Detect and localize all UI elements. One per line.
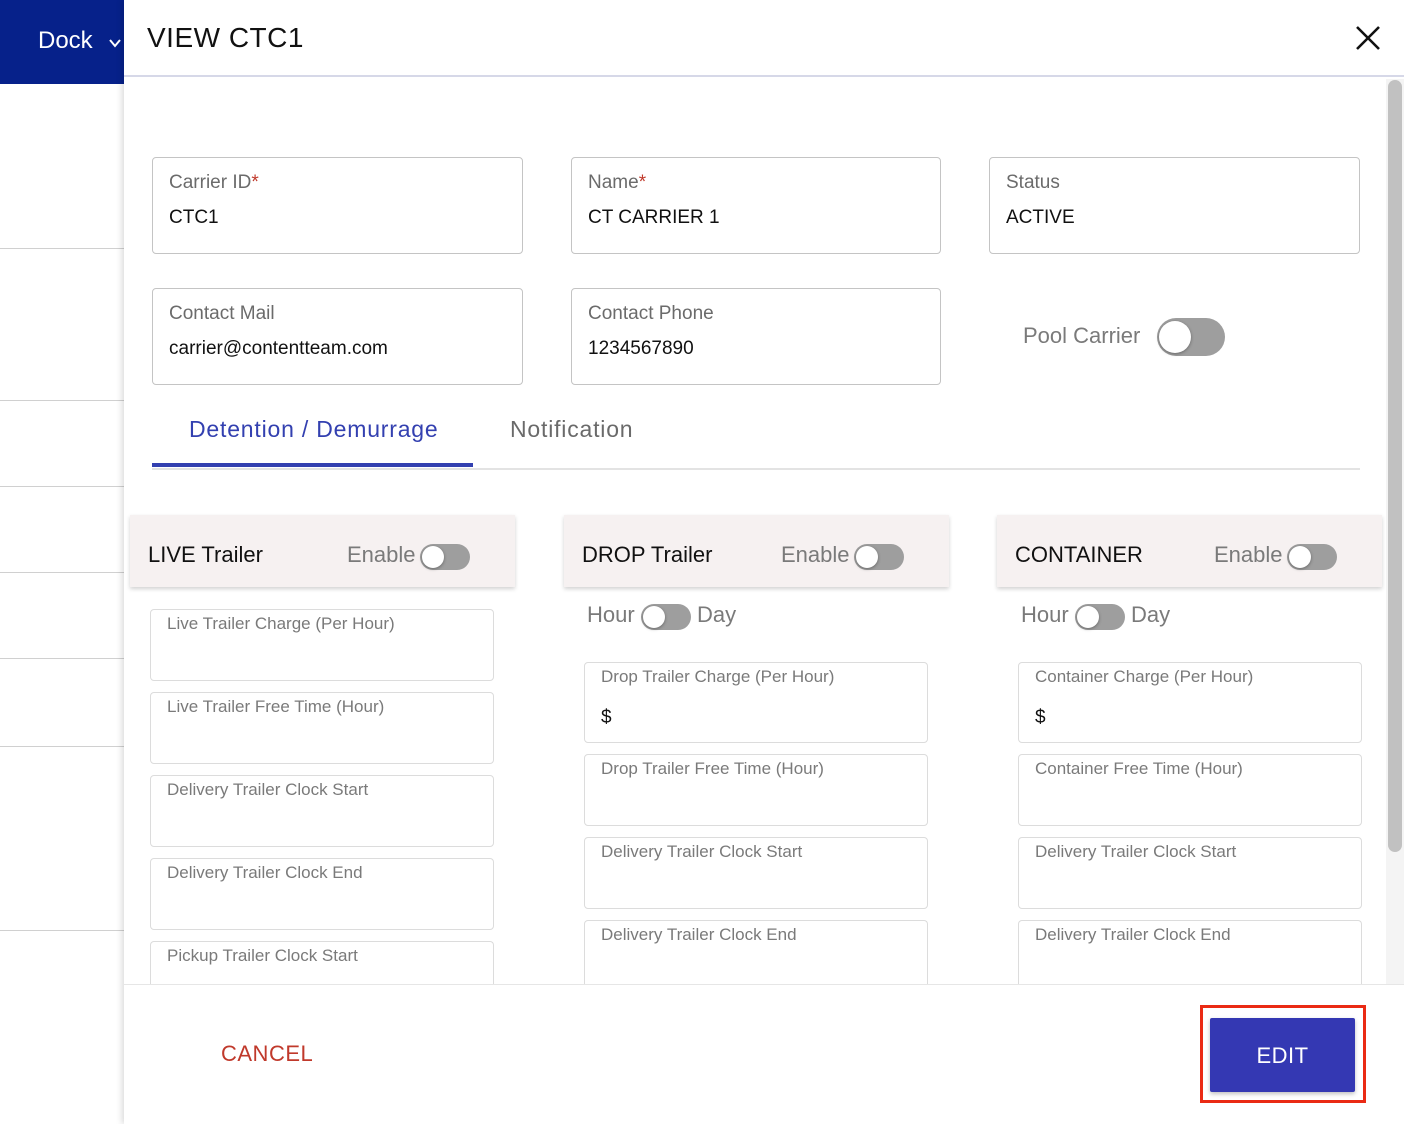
container-charge-value: $ — [1035, 707, 1046, 728]
drop-hour-label: Hour — [587, 602, 635, 627]
pool-carrier-toggle[interactable] — [1157, 318, 1225, 356]
tab-notification[interactable]: Notification — [510, 416, 633, 443]
field-label: Live Trailer Charge (Per Hour) — [167, 614, 395, 633]
container-charge-field[interactable]: Container Charge (Per Hour) $ — [1018, 662, 1362, 743]
toggle-knob — [1289, 546, 1311, 568]
nav-dock-label[interactable]: Dock — [38, 27, 93, 55]
contact-mail-label: Contact Mail — [169, 303, 275, 324]
live-enable-label: Enable — [347, 542, 416, 567]
tab-detention-demurrage[interactable]: Detention / Demurrage — [189, 416, 438, 443]
container-enable-toggle[interactable] — [1287, 544, 1337, 570]
view-carrier-modal: VIEW CTC1 Carrier ID* CTC1 Name* CT CARR… — [124, 0, 1404, 1124]
bg-row-divider — [0, 486, 124, 487]
carrier-id-field[interactable]: Carrier ID* CTC1 — [152, 157, 523, 254]
status-value: ACTIVE — [1006, 207, 1075, 228]
field-label: Delivery Trailer Clock End — [1035, 925, 1231, 944]
live-trailer-free-time-field[interactable]: Live Trailer Free Time (Hour) — [150, 692, 494, 764]
scrollbar-thumb[interactable] — [1388, 80, 1402, 852]
name-value: CT CARRIER 1 — [588, 207, 720, 228]
status-field[interactable]: Status ACTIVE — [989, 157, 1360, 254]
live-trailer-charge-field[interactable]: Live Trailer Charge (Per Hour) — [150, 609, 494, 681]
toggle-knob — [856, 546, 878, 568]
close-icon[interactable] — [1352, 22, 1384, 54]
field-label: Delivery Trailer Clock Start — [167, 780, 369, 799]
status-label: Status — [1006, 172, 1060, 193]
contact-phone-field[interactable]: Contact Phone 1234567890 — [571, 288, 941, 385]
modal-header: VIEW CTC1 — [124, 0, 1404, 77]
field-label: Drop Trailer Charge (Per Hour) — [601, 667, 835, 686]
bg-row-divider — [0, 658, 124, 659]
drop-day-label: Day — [697, 602, 737, 627]
field-label: Container Charge (Per Hour) — [1035, 667, 1254, 686]
edit-button-label: EDIT — [1256, 1043, 1309, 1068]
live-trailer-header: LIVE Trailer Enable — [130, 515, 515, 587]
contact-phone-label: Contact Phone — [588, 303, 714, 324]
modal-footer: CANCEL EDIT — [124, 984, 1404, 1124]
drop-trailer-header: DROP Trailer Enable — [564, 515, 949, 587]
drop-trailer-title: DROP Trailer — [582, 542, 713, 567]
top-nav-bar: Dock — [0, 0, 124, 84]
toggle-knob — [422, 546, 444, 568]
container-free-time-field[interactable]: Container Free Time (Hour) — [1018, 754, 1362, 826]
drop-enable-label: Enable — [781, 542, 850, 567]
drop-trailer-free-time-field[interactable]: Drop Trailer Free Time (Hour) — [584, 754, 928, 826]
field-label: Delivery Trailer Clock End — [601, 925, 797, 944]
chevron-down-icon[interactable] — [108, 36, 122, 50]
live-enable-toggle[interactable] — [420, 544, 470, 570]
field-label: Pickup Trailer Clock Start — [167, 946, 358, 965]
bg-row-divider — [0, 400, 124, 401]
drop-hour-day-toggle[interactable] — [641, 604, 691, 630]
bg-row-divider — [0, 930, 124, 931]
live-trailer-title: LIVE Trailer — [148, 542, 263, 567]
field-label: Delivery Trailer Clock Start — [601, 842, 803, 861]
bg-row-divider — [0, 248, 124, 249]
container-delivery-clock-start-field[interactable]: Delivery Trailer Clock Start — [1018, 837, 1362, 909]
container-hour-day-toggle[interactable] — [1075, 604, 1125, 630]
tab-divider — [152, 468, 1360, 470]
drop-charge-value: $ — [601, 707, 612, 728]
background-app: Dock — [0, 0, 124, 1124]
container-delivery-clock-end-field[interactable]: Delivery Trailer Clock End — [1018, 920, 1362, 984]
pool-carrier-label: Pool Carrier — [1023, 323, 1141, 348]
cancel-button[interactable]: CANCEL — [221, 1041, 313, 1067]
live-delivery-clock-start-field[interactable]: Delivery Trailer Clock Start — [150, 775, 494, 847]
name-field[interactable]: Name* CT CARRIER 1 — [571, 157, 941, 254]
live-delivery-clock-end-field[interactable]: Delivery Trailer Clock End — [150, 858, 494, 930]
container-day-label: Day — [1131, 602, 1171, 627]
container-header: CONTAINER Enable — [997, 515, 1382, 587]
contact-mail-value: carrier@contentteam.com — [169, 338, 388, 359]
edit-button[interactable]: EDIT — [1210, 1018, 1355, 1092]
modal-title: VIEW CTC1 — [147, 22, 304, 53]
field-label: Delivery Trailer Clock Start — [1035, 842, 1237, 861]
active-tab-indicator — [152, 463, 473, 467]
field-label: Delivery Trailer Clock End — [167, 863, 363, 882]
drop-delivery-clock-start-field[interactable]: Delivery Trailer Clock Start — [584, 837, 928, 909]
bg-row-divider — [0, 572, 124, 573]
contact-mail-field[interactable]: Contact Mail carrier@contentteam.com — [152, 288, 523, 385]
contact-phone-value: 1234567890 — [588, 338, 694, 359]
drop-delivery-clock-end-field[interactable]: Delivery Trailer Clock End — [584, 920, 928, 984]
field-label: Container Free Time (Hour) — [1035, 759, 1243, 778]
carrier-id-value: CTC1 — [169, 207, 219, 228]
toggle-knob — [1077, 606, 1099, 628]
toggle-knob — [643, 606, 665, 628]
container-enable-label: Enable — [1214, 542, 1283, 567]
toggle-knob — [1159, 321, 1191, 353]
drop-trailer-charge-field[interactable]: Drop Trailer Charge (Per Hour) $ — [584, 662, 928, 743]
bg-row-divider — [0, 746, 124, 747]
field-label: Drop Trailer Free Time (Hour) — [601, 759, 824, 778]
field-label: Live Trailer Free Time (Hour) — [167, 697, 385, 716]
container-hour-label: Hour — [1021, 602, 1069, 627]
container-title: CONTAINER — [1015, 542, 1143, 567]
drop-enable-toggle[interactable] — [854, 544, 904, 570]
carrier-id-label: Carrier ID* — [169, 172, 259, 193]
live-pickup-clock-start-field[interactable]: Pickup Trailer Clock Start — [150, 941, 494, 984]
name-label: Name* — [588, 172, 647, 193]
